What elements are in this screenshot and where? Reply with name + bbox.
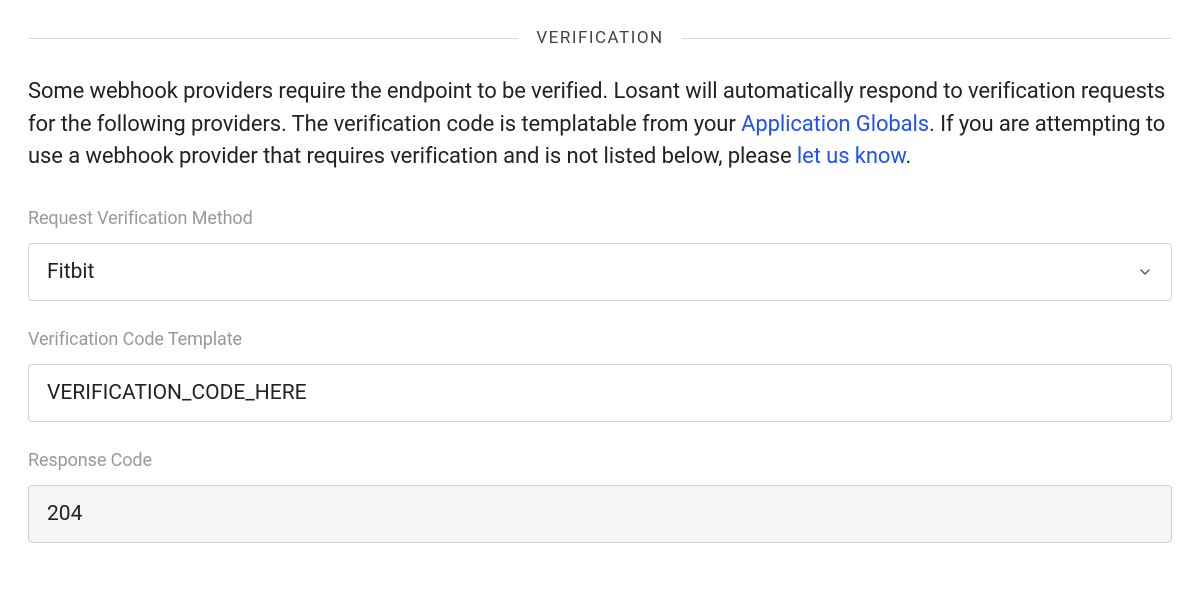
verification-code-field: Verification Code Template bbox=[28, 329, 1172, 422]
application-globals-link[interactable]: Application Globals bbox=[741, 112, 929, 137]
let-us-know-link[interactable]: let us know bbox=[797, 144, 906, 169]
section-description: Some webhook providers require the endpo… bbox=[28, 76, 1172, 174]
verification-code-input[interactable] bbox=[28, 364, 1172, 422]
divider bbox=[28, 38, 518, 39]
response-code-input bbox=[28, 485, 1172, 543]
verification-method-field: Request Verification Method Fitbit bbox=[28, 208, 1172, 301]
response-code-label: Response Code bbox=[28, 450, 1172, 471]
verification-method-label: Request Verification Method bbox=[28, 208, 1172, 229]
verification-method-select[interactable]: Fitbit bbox=[28, 243, 1172, 301]
description-text: . bbox=[905, 144, 911, 169]
verification-method-select-wrapper: Fitbit bbox=[28, 243, 1172, 301]
response-code-field: Response Code bbox=[28, 450, 1172, 543]
section-header: VERIFICATION bbox=[28, 28, 1172, 48]
section-title: VERIFICATION bbox=[518, 28, 681, 48]
divider bbox=[682, 38, 1172, 39]
verification-method-value: Fitbit bbox=[47, 260, 94, 284]
chevron-down-icon bbox=[1137, 264, 1153, 280]
verification-code-label: Verification Code Template bbox=[28, 329, 1172, 350]
